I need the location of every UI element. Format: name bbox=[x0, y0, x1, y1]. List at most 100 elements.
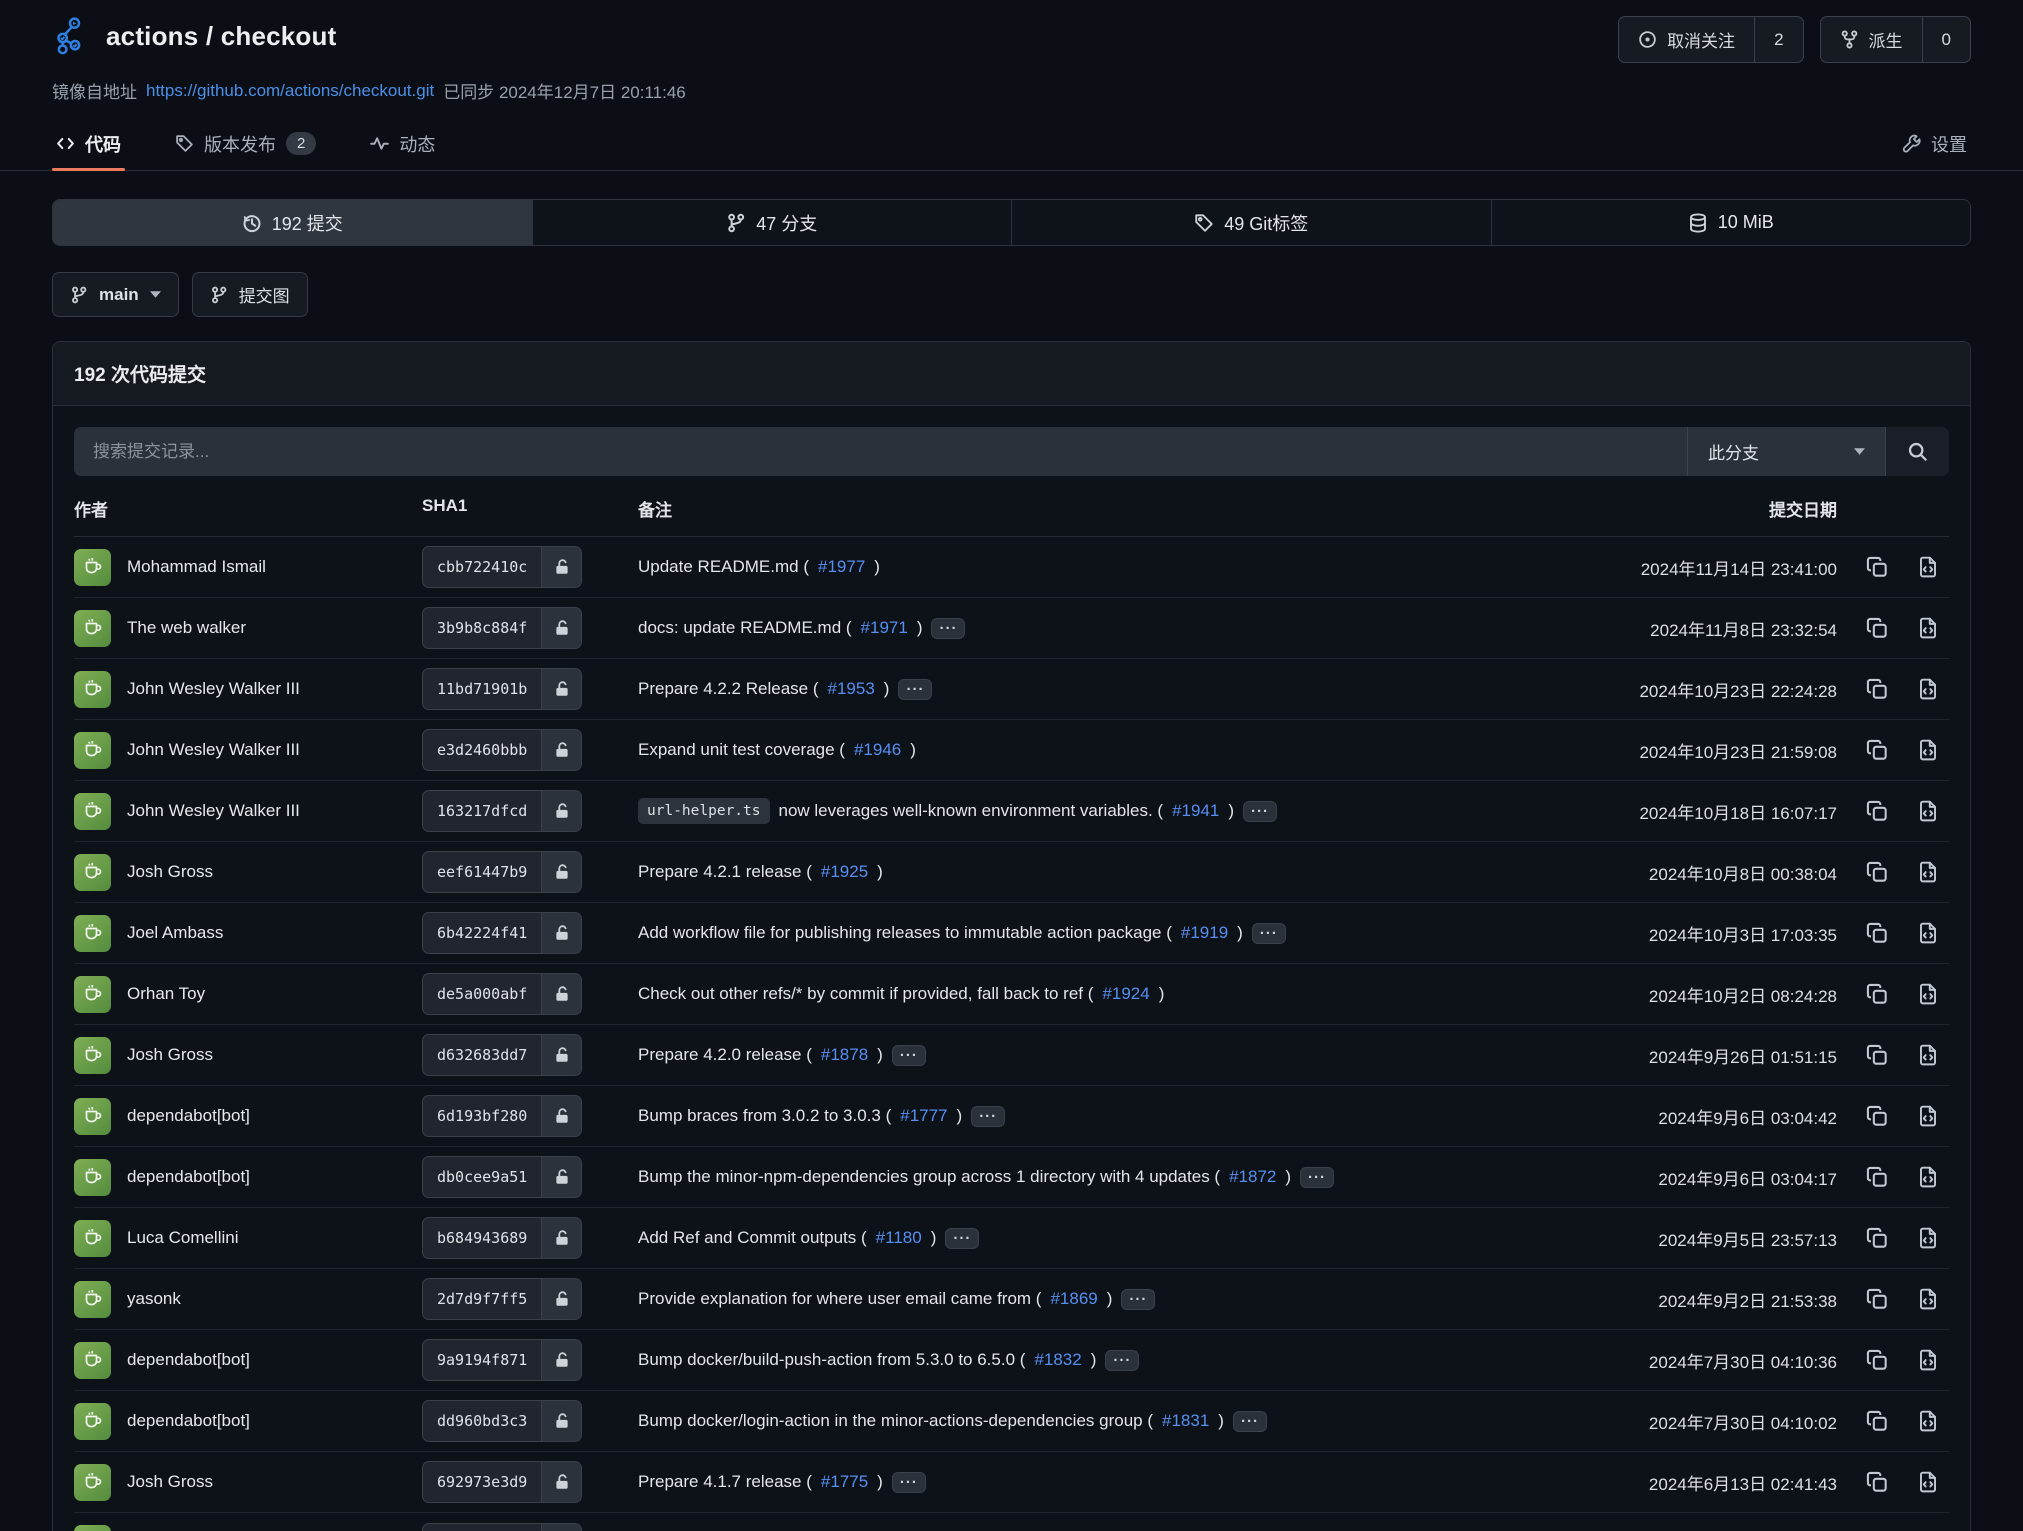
commit-author[interactable]: John Wesley Walker III bbox=[127, 679, 300, 699]
expand-commit-message-button[interactable]: ··· bbox=[971, 1106, 1005, 1127]
commit-author[interactable]: Josh Gross bbox=[127, 1045, 213, 1065]
browse-source-at-commit-button[interactable] bbox=[1917, 1105, 1939, 1127]
browse-source-at-commit-button[interactable] bbox=[1917, 617, 1939, 639]
avatar[interactable] bbox=[74, 549, 111, 586]
browse-source-at-commit-button[interactable] bbox=[1917, 1044, 1939, 1066]
copy-sha-button[interactable] bbox=[1866, 1105, 1888, 1127]
expand-commit-message-button[interactable]: ··· bbox=[1300, 1167, 1334, 1188]
commit-sha-button[interactable]: 6b42224f41 bbox=[422, 912, 582, 954]
browse-source-at-commit-button[interactable] bbox=[1917, 983, 1939, 1005]
tab-code[interactable]: 代码 bbox=[52, 117, 125, 170]
expand-commit-message-button[interactable]: ··· bbox=[892, 1045, 926, 1066]
commit-author[interactable]: dependabot[bot] bbox=[127, 1106, 250, 1126]
commit-sha-button[interactable]: 692973e3d9 bbox=[422, 1461, 582, 1503]
commit-sha-button[interactable]: 3b9b8c884f bbox=[422, 607, 582, 649]
commit-author[interactable]: Orhan Toy bbox=[127, 984, 205, 1004]
commit-author[interactable]: Joel Ambass bbox=[127, 923, 223, 943]
browse-source-at-commit-button[interactable] bbox=[1917, 678, 1939, 700]
copy-sha-button[interactable] bbox=[1866, 556, 1888, 578]
pr-link[interactable]: #1977 bbox=[818, 557, 865, 577]
commit-author[interactable]: yasonk bbox=[127, 1289, 181, 1309]
commit-sha-button[interactable]: 9a9194f871 bbox=[422, 1339, 582, 1381]
avatar[interactable] bbox=[74, 854, 111, 891]
browse-source-at-commit-button[interactable] bbox=[1917, 556, 1939, 578]
pr-link[interactable]: #1180 bbox=[876, 1228, 922, 1248]
watchers-count[interactable]: 2 bbox=[1754, 17, 1802, 62]
avatar[interactable] bbox=[74, 1281, 111, 1318]
expand-commit-message-button[interactable]: ··· bbox=[1233, 1411, 1267, 1432]
copy-sha-button[interactable] bbox=[1866, 922, 1888, 944]
stat-size[interactable]: 10 MiB bbox=[1491, 200, 1971, 245]
copy-sha-button[interactable] bbox=[1866, 1349, 1888, 1371]
forks-count[interactable]: 0 bbox=[1922, 17, 1970, 62]
pr-link[interactable]: #1946 bbox=[854, 740, 901, 760]
browse-source-at-commit-button[interactable] bbox=[1917, 861, 1939, 883]
expand-commit-message-button[interactable]: ··· bbox=[898, 679, 932, 700]
commit-sha-button[interactable]: 6d193bf280 bbox=[422, 1095, 582, 1137]
commit-author[interactable]: The web walker bbox=[127, 618, 246, 638]
copy-sha-button[interactable] bbox=[1866, 1044, 1888, 1066]
copy-sha-button[interactable] bbox=[1866, 861, 1888, 883]
commit-author[interactable]: dependabot[bot] bbox=[127, 1411, 250, 1431]
copy-sha-button[interactable] bbox=[1866, 983, 1888, 1005]
commit-sha-button[interactable]: dd960bd3c3 bbox=[422, 1400, 582, 1442]
avatar[interactable] bbox=[74, 1037, 111, 1074]
copy-sha-button[interactable] bbox=[1866, 1410, 1888, 1432]
commit-author[interactable]: John Wesley Walker III bbox=[127, 740, 300, 760]
stat-branches[interactable]: 47 分支 bbox=[532, 200, 1012, 245]
expand-commit-message-button[interactable]: ··· bbox=[892, 1472, 926, 1493]
tab-activity[interactable]: 动态 bbox=[366, 117, 439, 170]
pr-link[interactable]: #1941 bbox=[1172, 801, 1219, 821]
commit-sha-button[interactable]: 11bd71901b bbox=[422, 668, 582, 710]
avatar[interactable] bbox=[74, 976, 111, 1013]
search-button[interactable] bbox=[1885, 427, 1949, 476]
browse-source-at-commit-button[interactable] bbox=[1917, 1410, 1939, 1432]
branch-filter-dropdown[interactable]: 此分支 bbox=[1687, 427, 1885, 476]
copy-sha-button[interactable] bbox=[1866, 678, 1888, 700]
expand-commit-message-button[interactable]: ··· bbox=[1252, 923, 1286, 944]
avatar[interactable] bbox=[74, 1098, 111, 1135]
copy-sha-button[interactable] bbox=[1866, 1166, 1888, 1188]
pr-link[interactable]: #1869 bbox=[1050, 1289, 1097, 1309]
pr-link[interactable]: #1924 bbox=[1102, 984, 1149, 1004]
commit-author[interactable]: Mohammad Ismail bbox=[127, 557, 266, 577]
avatar[interactable] bbox=[74, 1525, 111, 1531]
avatar[interactable] bbox=[74, 1220, 111, 1257]
commit-sha-button[interactable]: db0cee9a51 bbox=[422, 1156, 582, 1198]
commit-author[interactable]: Josh Gross bbox=[127, 1472, 213, 1492]
branch-selector[interactable]: main bbox=[52, 272, 179, 317]
copy-sha-button[interactable] bbox=[1866, 800, 1888, 822]
pr-link[interactable]: #1878 bbox=[821, 1045, 868, 1065]
commit-author[interactable]: dependabot[bot] bbox=[127, 1167, 250, 1187]
pr-link[interactable]: #1971 bbox=[861, 618, 908, 638]
browse-source-at-commit-button[interactable] bbox=[1917, 739, 1939, 761]
fork-button[interactable]: 派生 bbox=[1821, 17, 1922, 62]
browse-source-at-commit-button[interactable] bbox=[1917, 1166, 1939, 1188]
avatar[interactable] bbox=[74, 732, 111, 769]
copy-sha-button[interactable] bbox=[1866, 1471, 1888, 1493]
commit-sha-button[interactable]: 2d7d9f7ff5 bbox=[422, 1278, 582, 1320]
avatar[interactable] bbox=[74, 1403, 111, 1440]
pr-link[interactable]: #1777 bbox=[900, 1106, 947, 1126]
tab-releases[interactable]: 版本发布 2 bbox=[171, 117, 320, 170]
avatar[interactable] bbox=[74, 915, 111, 952]
avatar[interactable] bbox=[74, 1342, 111, 1379]
browse-source-at-commit-button[interactable] bbox=[1917, 1288, 1939, 1310]
expand-commit-message-button[interactable]: ··· bbox=[1243, 801, 1277, 822]
copy-sha-button[interactable] bbox=[1866, 739, 1888, 761]
browse-source-at-commit-button[interactable] bbox=[1917, 1227, 1939, 1249]
commit-sha-button[interactable]: e3d2460bbb bbox=[422, 729, 582, 771]
copy-sha-button[interactable] bbox=[1866, 1227, 1888, 1249]
commit-sha-button[interactable]: eef61447b9 bbox=[422, 851, 582, 893]
commit-author[interactable]: John Wesley Walker III bbox=[127, 801, 300, 821]
avatar[interactable] bbox=[74, 793, 111, 830]
avatar[interactable] bbox=[74, 1159, 111, 1196]
pr-link[interactable]: #1775 bbox=[821, 1472, 868, 1492]
copy-sha-button[interactable] bbox=[1866, 617, 1888, 639]
browse-source-at-commit-button[interactable] bbox=[1917, 800, 1939, 822]
pr-link[interactable]: #1831 bbox=[1162, 1411, 1209, 1431]
repo-title[interactable]: actions / checkout bbox=[106, 21, 336, 52]
commit-sha-button[interactable]: 6ccd57f4c5 bbox=[422, 1523, 582, 1531]
browse-source-at-commit-button[interactable] bbox=[1917, 922, 1939, 944]
commit-author[interactable]: dependabot[bot] bbox=[127, 1350, 250, 1370]
